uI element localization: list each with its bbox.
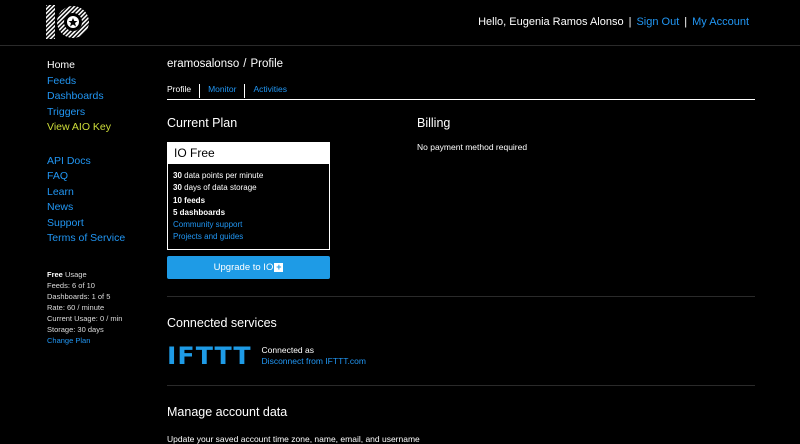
plan-card: IO Free 30 data points per minute 30 day… xyxy=(167,142,330,250)
billing-section: Billing No payment method required xyxy=(417,116,747,152)
current-plan-section: Current Plan IO Free 30 data points per … xyxy=(167,116,330,279)
sidebar-item-terms[interactable]: Terms of Service xyxy=(47,231,157,247)
section-divider xyxy=(167,385,755,386)
ifttt-status: Connected as Disconnect from IFTTT.com xyxy=(262,345,366,367)
top-header: Hello, Eugenia Ramos Alonso | Sign Out | My … xyxy=(0,0,800,46)
ifttt-logo: IFTTT xyxy=(167,342,252,370)
sidebar: Home Feeds Dashboards Triggers View AIO … xyxy=(47,58,157,346)
usage-plan: Free xyxy=(47,269,63,279)
separator: | xyxy=(628,16,632,28)
manage-account-title: Manage account data xyxy=(167,405,288,419)
sidebar-item-dashboards[interactable]: Dashboards xyxy=(47,89,157,105)
usage-storage: Storage: 30 days xyxy=(47,324,104,334)
profile-tabs: Profile Monitor Activities xyxy=(167,84,755,100)
feature-value: 10 feeds xyxy=(173,195,206,205)
feature-dashboards: 5 dashboards xyxy=(173,207,324,219)
usage-panel: Free Usage Feeds: 6 of 10 Dashboards: 1 … xyxy=(47,269,157,346)
connected-services-section: Connected services IFTTT Connected as Di… xyxy=(167,316,755,370)
disconnect-ifttt-link[interactable]: Disconnect from IFTTT.com xyxy=(262,356,366,366)
greeting-text: Hello, Eugenia Ramos Alonso xyxy=(478,16,624,28)
breadcrumb-user: eramosalonso xyxy=(167,58,240,70)
tab-activities[interactable]: Activities xyxy=(244,84,295,98)
manage-account-subtitle: Update your saved account time zone, nam… xyxy=(167,434,420,444)
breadcrumb: eramosalonso / Profile xyxy=(167,58,755,70)
sidebar-item-feeds[interactable]: Feeds xyxy=(47,74,157,90)
ifttt-service: IFTTT Connected as Disconnect from IFTTT… xyxy=(167,342,755,370)
account-bar: Hello, Eugenia Ramos Alonso | Sign Out | My … xyxy=(478,16,749,28)
main-content: eramosalonso / Profile Profile Monitor Activ… xyxy=(167,58,755,444)
feature-value: 30 xyxy=(173,171,182,180)
sidebar-item-triggers[interactable]: Triggers xyxy=(47,105,157,121)
feature-value: 5 dashboards xyxy=(173,207,226,217)
breadcrumb-page: Profile xyxy=(250,58,284,70)
sidebar-item-support[interactable]: Support xyxy=(47,216,157,232)
manage-account-section: Manage account data Update your saved ac… xyxy=(167,405,755,444)
breadcrumb-slash: / xyxy=(243,58,247,70)
sign-out-link[interactable]: Sign Out xyxy=(636,16,679,28)
connected-as-label: Connected as xyxy=(261,345,314,355)
feature-feeds: 10 feeds xyxy=(173,195,324,207)
usage-dashboards: Dashboards: 1 of 5 xyxy=(47,291,111,301)
plan-name: IO Free xyxy=(168,143,329,164)
upgrade-label: Upgrade to IO xyxy=(213,261,274,273)
io-logo-icon[interactable] xyxy=(46,4,90,40)
tab-profile[interactable]: Profile xyxy=(167,84,199,98)
usage-rate: Rate: 60 / minute xyxy=(47,302,105,312)
tab-monitor[interactable]: Monitor xyxy=(199,84,244,98)
separator: | xyxy=(684,16,688,28)
sidebar-nav: Home Feeds Dashboards Triggers View AIO … xyxy=(47,58,157,136)
feature-data-points: 30 data points per minute xyxy=(173,170,324,182)
plan-features: 30 data points per minute 30 days of dat… xyxy=(168,164,329,249)
connected-services-title: Connected services xyxy=(167,316,277,330)
usage-title: Free Usage xyxy=(47,269,157,280)
sidebar-item-faq[interactable]: FAQ xyxy=(47,169,157,185)
sidebar-help-nav: API Docs FAQ Learn News Support Terms of… xyxy=(47,154,157,247)
sidebar-item-api-docs[interactable]: API Docs xyxy=(47,154,157,170)
change-plan-link[interactable]: Change Plan xyxy=(47,336,90,345)
usage-label: Usage xyxy=(64,269,87,279)
community-support-link[interactable]: Community support xyxy=(173,219,324,231)
upgrade-button[interactable]: Upgrade to IO + xyxy=(167,255,330,279)
feature-value: 30 xyxy=(173,183,182,193)
plus-icon: + xyxy=(274,261,284,272)
feature-storage: 30 days of data storage xyxy=(173,182,324,194)
usage-current: Current Usage: 0 / min xyxy=(47,313,123,323)
sidebar-item-learn[interactable]: Learn xyxy=(47,185,157,201)
usage-feeds: Feeds: 6 of 10 xyxy=(47,280,95,290)
sidebar-item-news[interactable]: News xyxy=(47,200,157,216)
sidebar-item-home[interactable]: Home xyxy=(47,58,157,74)
feature-text: days of data storage xyxy=(181,183,257,193)
billing-note: No payment method required xyxy=(417,142,528,152)
current-plan-title: Current Plan xyxy=(167,116,238,130)
section-divider xyxy=(167,296,755,297)
feature-text: data points per minute xyxy=(181,171,264,180)
my-account-link[interactable]: My Account xyxy=(692,16,749,28)
projects-guides-link[interactable]: Projects and guides xyxy=(173,231,324,243)
sidebar-item-view-aio-key[interactable]: View AIO Key xyxy=(47,120,157,136)
billing-title: Billing xyxy=(417,116,451,130)
